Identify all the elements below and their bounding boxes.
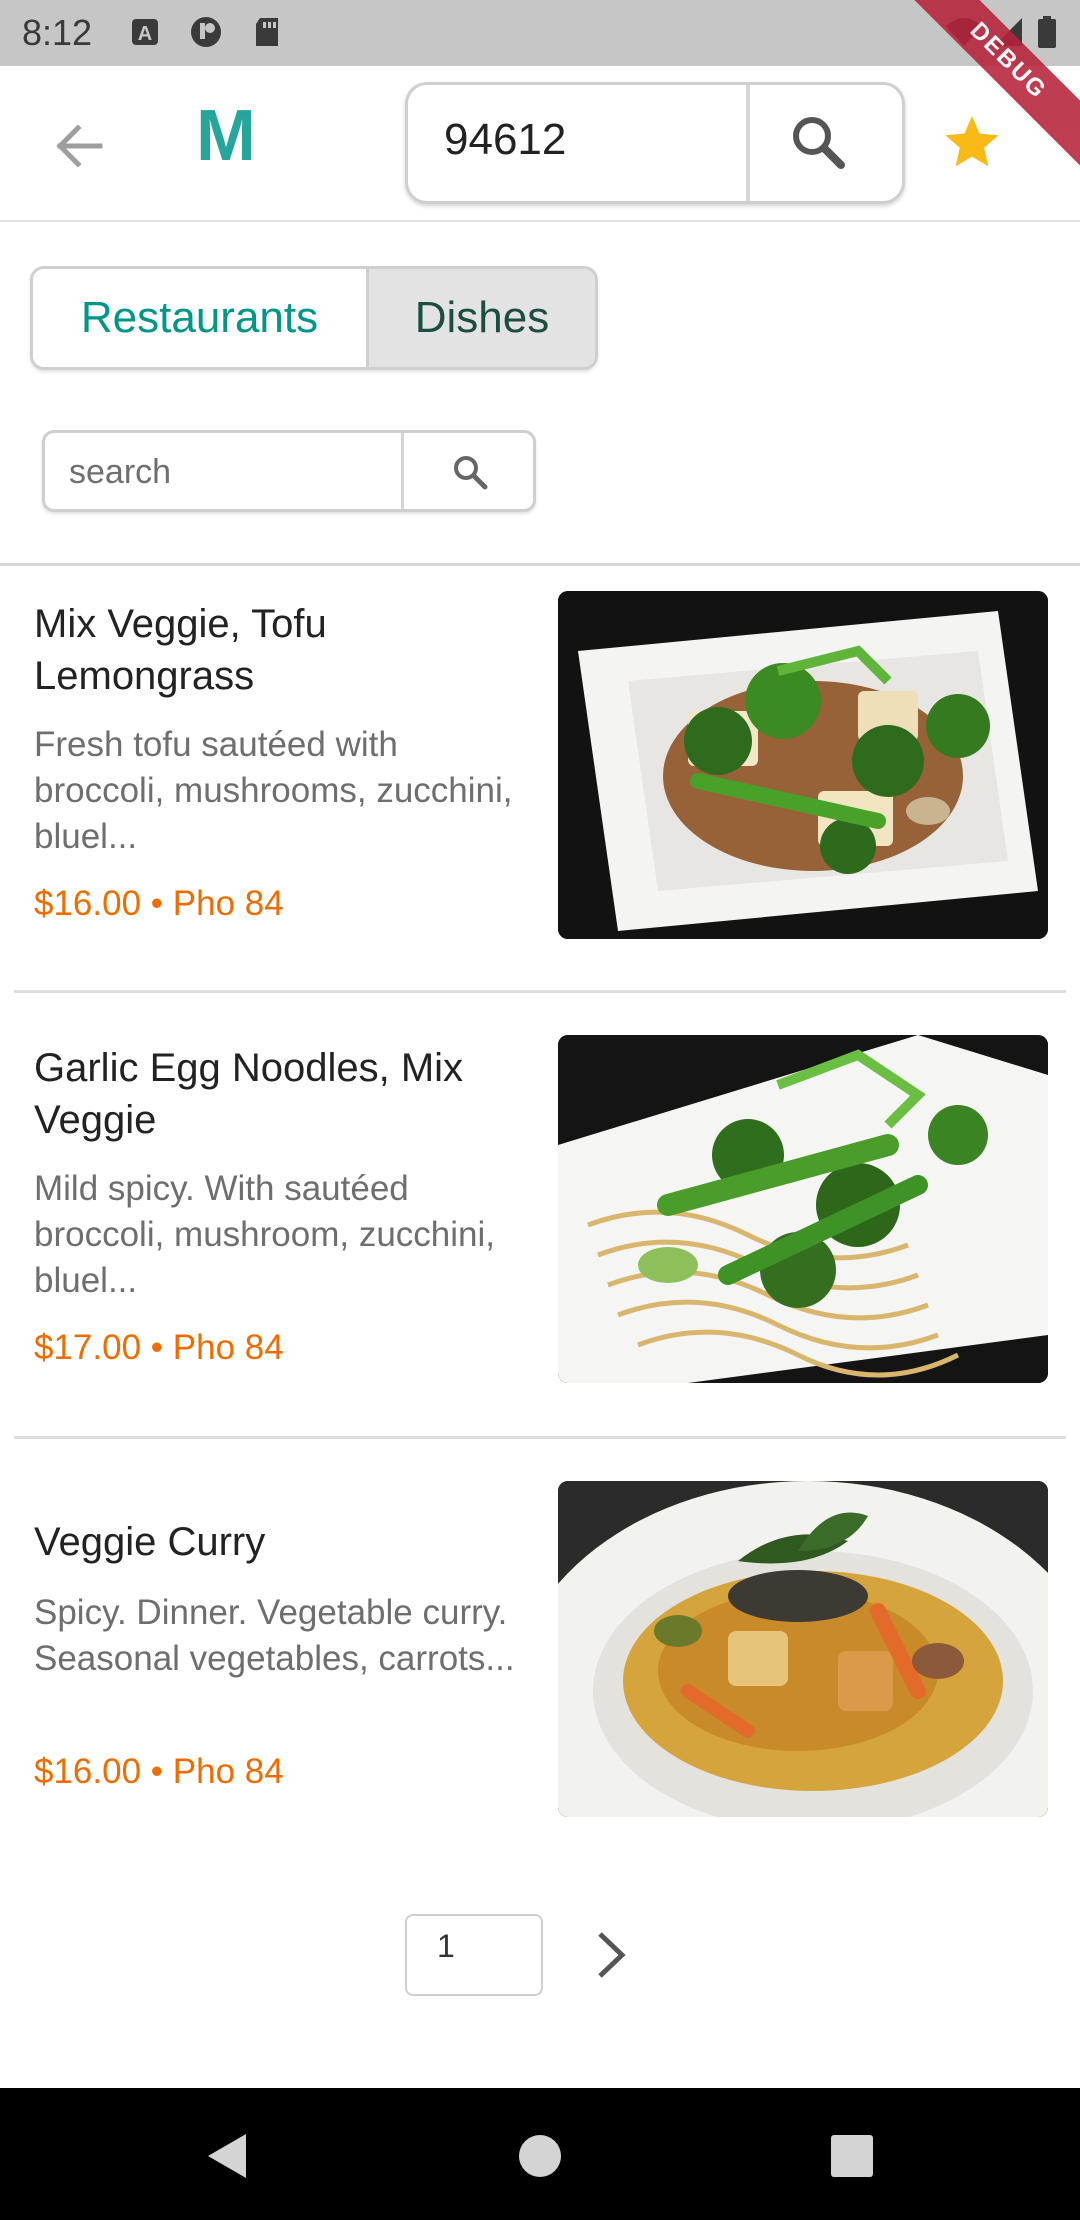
zip-input[interactable] (444, 115, 744, 165)
dish-title: Veggie Curry (34, 1520, 266, 1564)
list-divider (14, 1436, 1066, 1439)
nav-home-icon[interactable] (514, 2130, 566, 2182)
dish-price-restaurant: $17.00 • Pho 84 (34, 1328, 284, 1367)
dish-price-restaurant: $16.00 • Pho 84 (34, 884, 284, 923)
star-icon[interactable] (942, 112, 1002, 172)
dish-description: Fresh tofu sautéed with broccoli, mushro… (34, 725, 513, 856)
dish-list-item[interactable]: Mix Veggie, Tofu Lemongrass Fresh tofu s… (0, 566, 1080, 966)
dish-list-item[interactable]: Garlic Egg Noodles, Mix Veggie Mild spic… (0, 1010, 1080, 1410)
dish-image (558, 591, 1048, 939)
list-divider (14, 990, 1066, 993)
app-icon (191, 17, 221, 47)
filter-search-icon[interactable] (449, 451, 491, 493)
dish-image (558, 1035, 1048, 1383)
battery-icon (1038, 16, 1056, 48)
dish-description: Mild spicy. With sautéed broccoli, mushr… (34, 1169, 495, 1300)
sd-card-icon (256, 18, 278, 46)
nav-recents-icon[interactable] (826, 2130, 878, 2182)
dish-list-item[interactable]: Veggie Curry Spicy. Dinner. Vegetable cu… (0, 1456, 1080, 1856)
zip-divider (746, 85, 750, 201)
dish-price-restaurant: $16.00 • Pho 84 (34, 1752, 284, 1791)
view-toggle: Restaurants Dishes (30, 266, 598, 370)
dish-title: Garlic Egg Noodles, Mix Veggie (34, 1046, 464, 1142)
dish-image (558, 1481, 1048, 1817)
zip-search-box (405, 82, 905, 204)
app-bar: M (0, 66, 1080, 222)
filter-search-input[interactable] (69, 453, 369, 492)
back-arrow-icon[interactable] (48, 116, 108, 176)
status-bar: 8:12 A (0, 0, 1080, 66)
chevron-right-icon[interactable] (586, 1926, 634, 1984)
dish-description: Spicy. Dinner. Vegetable curry. Seasonal… (34, 1593, 515, 1678)
tab-dishes[interactable]: Dishes (369, 269, 595, 367)
page-number-input[interactable]: 1 (405, 1914, 543, 1996)
search-icon[interactable] (783, 107, 853, 177)
filter-search-box (42, 430, 536, 512)
status-time: 8:12 (22, 12, 93, 53)
nav-back-icon[interactable] (202, 2130, 254, 2182)
keyboard-a-icon: A (132, 19, 158, 45)
filter-divider (401, 433, 404, 509)
svg-text:A: A (138, 23, 152, 45)
tab-restaurants[interactable]: Restaurants (33, 269, 369, 367)
dish-title: Mix Veggie, Tofu Lemongrass (34, 602, 327, 698)
app-logo[interactable]: M (196, 100, 256, 172)
system-nav-bar (0, 2088, 1080, 2220)
